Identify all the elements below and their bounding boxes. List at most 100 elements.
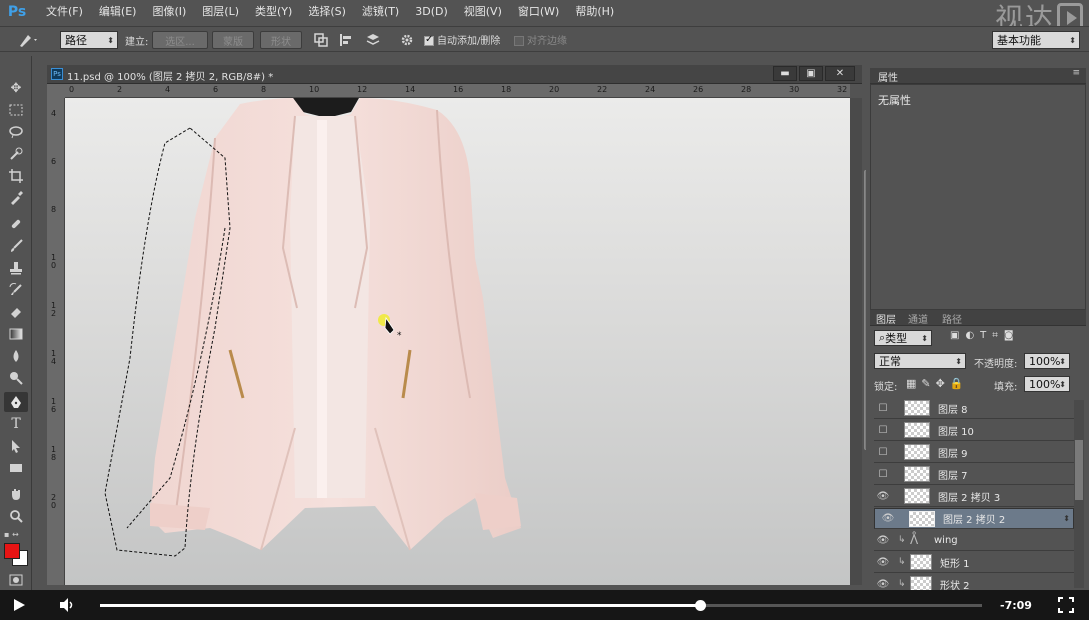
document-tab[interactable]: Ps 11.psd @ 100% (图层 2 拷贝 2, RGB/8#) * ▬… (47, 65, 862, 84)
rectangle-tool-icon[interactable] (4, 458, 28, 478)
layer-row[interactable]: 👁 ↳ 矩形 1 (874, 552, 1074, 573)
gear-icon[interactable] (398, 31, 416, 49)
fill-input[interactable]: 100% (1024, 376, 1070, 392)
hand-tool-icon[interactable] (4, 484, 28, 504)
type-tool-icon[interactable]: T (4, 414, 28, 434)
eraser-tool-icon[interactable] (4, 302, 28, 322)
workspace-select[interactable]: 基本功能 (992, 31, 1080, 49)
layer-row[interactable]: ☐ 图层 8 (874, 398, 1074, 419)
fullscreen-icon[interactable] (1058, 597, 1074, 613)
layer-filter-icons[interactable]: ▣◐T⌗◙ (950, 330, 1062, 346)
layer-row-selected[interactable]: 👁 图层 2 拷贝 2 (874, 508, 1074, 529)
visibility-toggle[interactable]: ☐ (874, 403, 892, 414)
path-selection-tool-icon[interactable] (4, 436, 28, 456)
vertical-ruler[interactable]: 4 6 8 1 0 1 2 1 4 1 6 1 8 2 0 (47, 98, 65, 585)
auto-add-delete-option[interactable]: 自动添加/删除 (424, 32, 500, 47)
make-mask-button[interactable]: 蒙版 (212, 31, 254, 49)
menu-3d[interactable]: 3D(D) (407, 0, 456, 24)
eye-icon[interactable]: 👁 (879, 513, 897, 524)
history-brush-tool-icon[interactable] (4, 280, 28, 300)
layer-name: 矩形 1 (940, 558, 970, 570)
visibility-toggle[interactable]: ☐ (874, 469, 892, 480)
menu-help[interactable]: 帮助(H) (567, 0, 622, 24)
eye-icon[interactable]: 👁 (874, 535, 892, 546)
make-shape-button[interactable]: 形状 (260, 31, 302, 49)
canvas[interactable]: * (65, 98, 850, 585)
layers-scrollbar[interactable] (1074, 400, 1084, 588)
ruler-origin[interactable] (47, 84, 65, 98)
move-tool-icon[interactable]: ✥ (4, 78, 28, 98)
eye-icon[interactable]: 👁 (874, 579, 892, 590)
play-icon[interactable] (10, 596, 28, 614)
clone-stamp-tool-icon[interactable] (4, 258, 28, 278)
ruler-h-label: 0 (69, 85, 75, 94)
properties-tab[interactable]: 属性 (878, 69, 898, 84)
menu-window[interactable]: 窗口(W) (510, 0, 567, 24)
lasso-tool-icon[interactable] (4, 122, 28, 142)
tab-channels[interactable]: 通道 (908, 311, 928, 326)
layer-filter-select[interactable]: ⌕ 类型 (874, 330, 932, 346)
visibility-toggle[interactable]: ☐ (874, 447, 892, 458)
pen-tool-icon[interactable] (4, 392, 28, 412)
quick-selection-tool-icon[interactable] (4, 144, 28, 164)
layer-row[interactable]: ☐ 图层 9 (874, 442, 1074, 463)
clip-arrow-icon: ↳ (898, 557, 906, 567)
layers-scrollbar-thumb[interactable] (1075, 440, 1083, 500)
menu-select[interactable]: 选择(S) (300, 0, 354, 24)
menu-file[interactable]: 文件(F) (38, 0, 91, 24)
close-button[interactable]: ✕ (825, 66, 855, 81)
align-edges-checkbox[interactable] (514, 36, 524, 46)
menu-filter[interactable]: 滤镜(T) (354, 0, 407, 24)
lock-icons[interactable]: ▦✎✥🔒 (906, 377, 969, 390)
foreground-color-swatch[interactable] (4, 543, 20, 559)
menu-edit[interactable]: 编辑(E) (91, 0, 145, 24)
ruler-h-label: 6 (213, 85, 219, 94)
menu-type[interactable]: 类型(Y) (247, 0, 300, 24)
layer-row[interactable]: ☐ 图层 10 (874, 420, 1074, 441)
ruler-v-label: 1 6 (51, 397, 57, 414)
layer-row[interactable]: ☐ 图层 7 (874, 464, 1074, 485)
path-arrangement-icon[interactable] (363, 31, 383, 49)
tab-paths[interactable]: 路径 (942, 311, 962, 326)
tool-mode-select[interactable]: 路径 (60, 31, 118, 49)
gradient-tool-icon[interactable] (4, 324, 28, 344)
menu-layer[interactable]: 图层(L) (194, 0, 247, 24)
layer-row[interactable]: 👁 图层 2 拷贝 3 (874, 486, 1074, 507)
opacity-input[interactable]: 100% (1024, 353, 1070, 369)
quick-mask-icon[interactable] (4, 572, 28, 588)
blur-tool-icon[interactable] (4, 346, 28, 366)
auto-add-checkbox[interactable] (424, 34, 434, 46)
zoom-tool-icon[interactable] (4, 506, 28, 526)
restore-button[interactable]: ▣ (799, 66, 823, 81)
path-alignment-icon[interactable] (337, 31, 355, 49)
pen-tool-preset-icon[interactable] (14, 31, 42, 49)
tab-layers[interactable]: 图层 (876, 311, 896, 326)
marquee-tool-icon[interactable] (4, 100, 28, 120)
brush-tool-icon[interactable] (4, 236, 28, 256)
healing-brush-tool-icon[interactable] (4, 214, 28, 234)
eye-icon[interactable]: 👁 (874, 491, 892, 502)
align-edges-option[interactable]: 对齐边缘 (514, 32, 567, 47)
swap-colors-icon[interactable]: ▪ ↔ (4, 530, 28, 540)
crop-tool-icon[interactable] (4, 166, 28, 186)
horizontal-ruler[interactable]: 0 2 4 6 8 10 12 14 16 18 20 22 24 26 28 30 32 (65, 84, 850, 98)
dodge-tool-icon[interactable] (4, 368, 28, 388)
layer-name: 形状 2 (940, 580, 970, 591)
eyedropper-tool-icon[interactable] (4, 188, 28, 208)
progress-knob[interactable] (694, 600, 706, 611)
eye-icon[interactable]: 👁 (874, 557, 892, 568)
blend-mode-select[interactable]: 正常 (874, 353, 966, 369)
layer-row[interactable]: 👁 ↳ 形状 2 (874, 574, 1074, 590)
menu-view[interactable]: 视图(V) (456, 0, 510, 24)
menu-image[interactable]: 图像(I) (144, 0, 194, 24)
panel-menu-icon[interactable]: ≡ (1072, 68, 1080, 78)
progress-track[interactable] (100, 600, 982, 611)
path-operations-icon[interactable] (312, 31, 330, 49)
vertical-scrollbar[interactable] (850, 98, 872, 585)
volume-icon[interactable] (58, 597, 76, 613)
layer-row[interactable]: 👁 ↳ ᐰ wing (874, 530, 1074, 551)
minimize-button[interactable]: ▬ (773, 66, 797, 81)
make-selection-button[interactable]: 选区... (152, 31, 208, 49)
visibility-toggle[interactable]: ☐ (874, 425, 892, 436)
properties-panel (870, 84, 1086, 310)
